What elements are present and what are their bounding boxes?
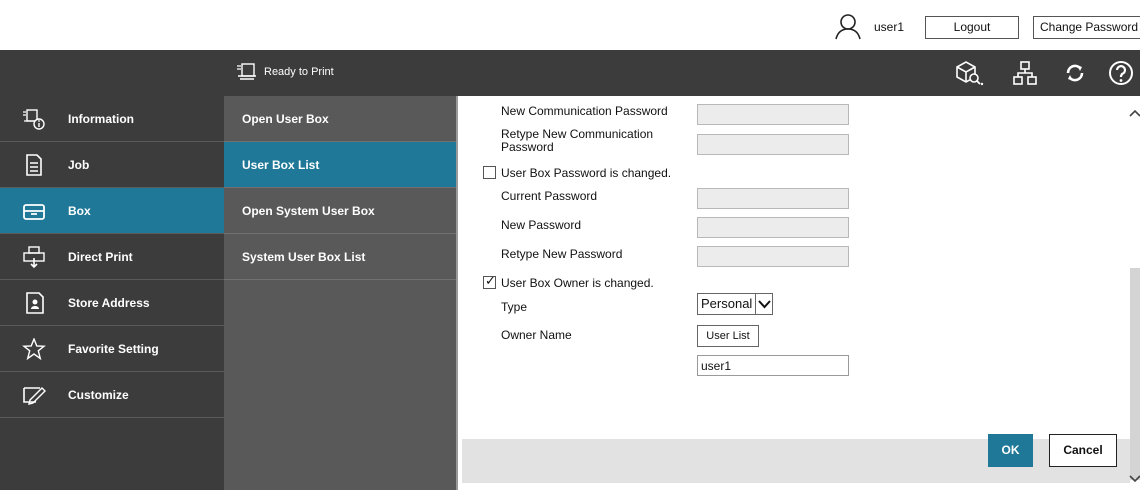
information-icon (23, 109, 45, 130)
ok-button[interactable]: OK (988, 434, 1033, 467)
cancel-button[interactable]: Cancel (1049, 434, 1117, 467)
new-comm-password-label: New Communication Password (501, 104, 668, 118)
box-search-icon[interactable] (954, 59, 984, 87)
header-bar: Ready to Print (0, 50, 1140, 96)
sidebar: Information Job Box Direct Print Store A… (0, 96, 224, 490)
job-icon (26, 154, 42, 176)
store-address-icon (26, 292, 44, 314)
sidebar-item-information[interactable]: Information (0, 96, 224, 142)
printer-status: Ready to Print (264, 66, 334, 78)
submenu-item-system-user-box-list[interactable]: System User Box List (224, 234, 456, 280)
owner-changed-label: User Box Owner is changed. (501, 276, 654, 290)
action-bar (462, 439, 1138, 483)
sidebar-item-favorite-setting[interactable]: Favorite Setting (0, 326, 224, 372)
type-select[interactable]: Personal (697, 293, 773, 315)
customize-icon (23, 387, 46, 405)
help-icon[interactable] (1106, 59, 1136, 87)
content-panel: New Communication Password Retype New Co… (456, 96, 1140, 490)
refresh-icon[interactable] (1060, 59, 1090, 87)
retype-new-password-field[interactable] (697, 246, 849, 267)
direct-print-icon (23, 246, 45, 268)
network-icon[interactable] (1010, 59, 1040, 87)
sidebar-item-direct-print[interactable]: Direct Print (0, 234, 224, 280)
type-select-value: Personal (701, 296, 753, 311)
submenu-item-open-user-box[interactable]: Open User Box (224, 96, 456, 142)
scrollbar-thumb[interactable] (1130, 268, 1140, 480)
type-label: Type (501, 300, 528, 314)
new-comm-password-field[interactable] (697, 104, 849, 125)
star-icon (22, 338, 46, 360)
retype-new-password-label: Retype New Password (501, 247, 623, 261)
current-password-label: Current Password (501, 189, 598, 203)
sidebar-item-customize[interactable]: Customize (0, 372, 224, 418)
scroll-up-icon[interactable] (1128, 108, 1140, 118)
sidebar-item-label: Box (68, 204, 91, 218)
sidebar-item-box[interactable]: Box (0, 188, 224, 234)
user-list-button[interactable]: User List (697, 325, 759, 347)
current-password-field[interactable] (697, 188, 849, 209)
box-password-changed-label: User Box Password is changed. (501, 166, 672, 180)
sidebar-item-label: Direct Print (68, 250, 133, 264)
printer-status-icon (237, 63, 256, 80)
user-bar: user1 Logout Change Password (0, 0, 1140, 50)
owner-name-label: Owner Name (501, 328, 572, 342)
sidebar-item-label: Favorite Setting (68, 342, 159, 356)
submenu-item-user-box-list[interactable]: User Box List (224, 142, 456, 188)
new-password-field[interactable] (697, 217, 849, 238)
user-name: user1 (874, 20, 905, 34)
new-password-label: New Password (501, 218, 582, 232)
owner-name-input[interactable]: user1 (697, 355, 849, 376)
chevron-down-icon (755, 294, 772, 314)
logout-button[interactable]: Logout (925, 16, 1019, 39)
submenu-item-open-system-user-box[interactable]: Open System User Box (224, 188, 456, 234)
retype-comm-password-label: Retype New Communication Password (501, 127, 654, 154)
sidebar-item-store-address[interactable]: Store Address (0, 280, 224, 326)
sidebar-item-label: Job (68, 158, 90, 172)
box-icon (23, 204, 45, 220)
user-icon (835, 14, 861, 40)
sidebar-item-label: Information (68, 112, 134, 126)
retype-comm-password-field[interactable] (697, 134, 849, 155)
owner-changed-checkbox[interactable]: ✓ (483, 274, 496, 289)
submenu: Open User Box User Box List Open System … (224, 96, 456, 490)
change-password-button[interactable]: Change Password (1033, 16, 1140, 39)
sidebar-item-label: Store Address (68, 296, 150, 310)
sidebar-item-label: Customize (68, 388, 129, 402)
sidebar-item-job[interactable]: Job (0, 142, 224, 188)
scroll-down-icon[interactable] (1128, 474, 1140, 484)
box-password-changed-checkbox[interactable] (483, 166, 496, 179)
